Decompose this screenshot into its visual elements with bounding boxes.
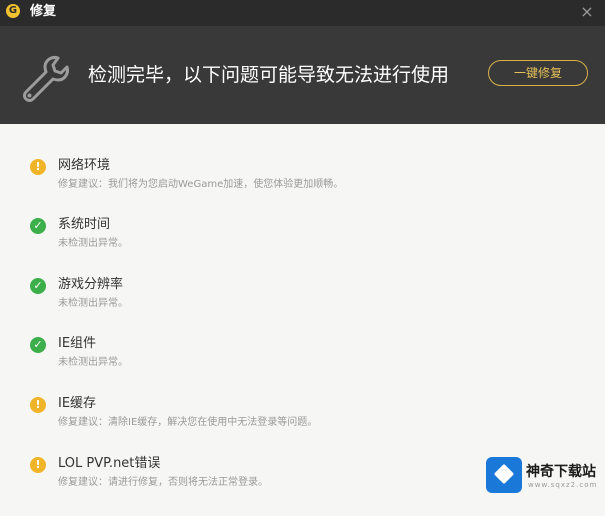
window-title: 修复 xyxy=(30,4,57,19)
issue-title: 系统时间 xyxy=(58,217,111,232)
issue-item-system-time: ✓ 系统时间 未检测出异常。 xyxy=(0,215,605,259)
wegame-logo-icon: G xyxy=(6,4,20,18)
issue-item-ie-cache: ! IE缓存 修复建议：清除IE缓存，解决您在使用中无法登录等问题。 xyxy=(0,394,605,438)
wrench-icon xyxy=(23,56,69,102)
cube-icon xyxy=(493,463,515,485)
issue-desc: 修复建议：清除IE缓存，解决您在使用中无法登录等问题。 xyxy=(58,417,318,428)
issue-title: IE缓存 xyxy=(58,396,97,411)
scan-result-message: 检测完毕，以下问题可能导致无法进行使用 xyxy=(88,64,450,86)
issue-item-ie-component: ✓ IE组件 未检测出异常。 xyxy=(0,334,605,378)
site-watermark: 神奇下载站 www.sqxz2.com xyxy=(486,457,602,495)
issue-desc: 未检测出异常。 xyxy=(58,238,128,249)
check-icon: ✓ xyxy=(30,218,46,234)
site-logo-icon xyxy=(486,457,522,493)
watermark-title: 神奇下载站 xyxy=(526,464,596,480)
issue-desc: 修复建议：我们将为您启动WeGame加速，使您体验更加顺畅。 xyxy=(58,179,344,190)
warning-icon: ! xyxy=(30,397,46,413)
issue-desc: 修复建议：请进行修复，否则将无法正常登录。 xyxy=(58,477,268,488)
repair-window: G 修复 × 检测完毕，以下问题可能导致无法进行使用 一键修复 ! 网络环境 修… xyxy=(0,0,605,516)
issue-title: 游戏分辨率 xyxy=(58,277,124,292)
issue-item-network: ! 网络环境 修复建议：我们将为您启动WeGame加速，使您体验更加顺畅。 xyxy=(0,156,605,200)
check-icon: ✓ xyxy=(30,278,46,294)
fix-all-button[interactable]: 一键修复 xyxy=(488,60,588,86)
issue-title: LOL PVP.net错误 xyxy=(58,456,161,471)
title-bar: G 修复 × xyxy=(0,0,605,26)
check-icon: ✓ xyxy=(30,337,46,353)
issue-title: IE组件 xyxy=(58,336,97,351)
header-banner: 检测完毕，以下问题可能导致无法进行使用 一键修复 xyxy=(0,26,605,124)
issue-item-resolution: ✓ 游戏分辨率 未检测出异常。 xyxy=(0,275,605,319)
warning-icon: ! xyxy=(30,457,46,473)
close-button[interactable]: × xyxy=(577,2,597,22)
watermark-url: www.sqxz2.com xyxy=(528,481,598,489)
issue-title: 网络环境 xyxy=(58,158,111,173)
issue-desc: 未检测出异常。 xyxy=(58,298,128,309)
issue-desc: 未检测出异常。 xyxy=(58,357,128,368)
warning-icon: ! xyxy=(30,159,46,175)
